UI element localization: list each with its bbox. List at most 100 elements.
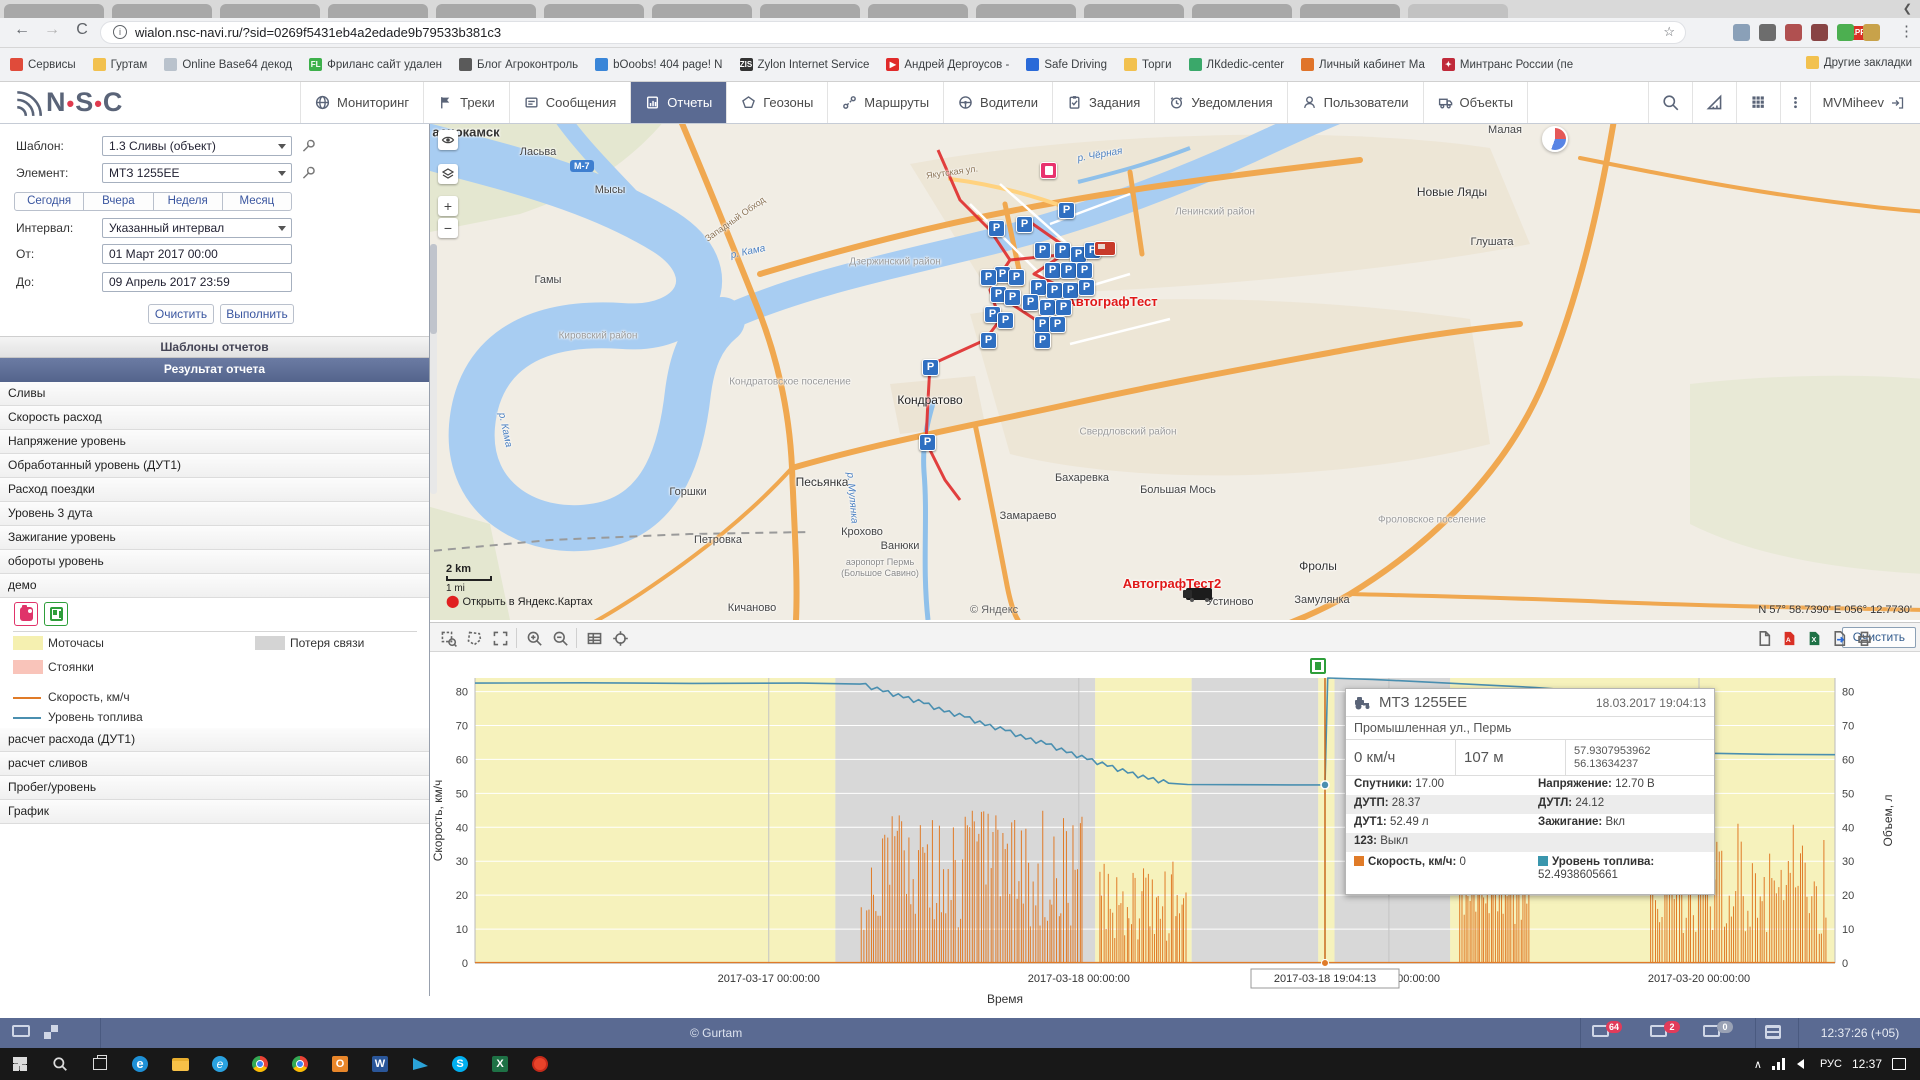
clear-button[interactable]: Очистить [148, 304, 214, 324]
browser-tab[interactable] [4, 4, 104, 18]
chart-tool-polyzoom[interactable] [462, 626, 486, 650]
browser-tab[interactable] [112, 4, 212, 18]
parking-marker[interactable]: P [1016, 216, 1033, 233]
chart-tool-areazoom[interactable] [436, 626, 460, 650]
tab-user[interactable]: Пользователи [1287, 82, 1423, 123]
taskbar-app-word[interactable]: W [360, 1048, 400, 1080]
parking-marker[interactable]: P [1008, 269, 1025, 286]
taskbar-app-excel[interactable]: X [480, 1048, 520, 1080]
parking-marker[interactable]: P [1062, 282, 1079, 299]
task-view-button[interactable] [80, 1048, 120, 1080]
browser-tab[interactable] [868, 4, 968, 18]
zoom-in-button[interactable]: + [438, 196, 458, 216]
parking-marker[interactable]: P [1004, 289, 1021, 306]
parking-marker[interactable]: P [1044, 262, 1061, 279]
fueling-event-icon[interactable] [1310, 658, 1326, 674]
chart-tool-zoomin[interactable] [522, 626, 546, 650]
unit-marker-avtograftest[interactable] [1094, 241, 1116, 256]
chart-tool-fit[interactable] [488, 626, 512, 650]
reload-icon[interactable]: C [70, 21, 94, 39]
ruler-icon[interactable] [1692, 82, 1736, 123]
bookmark-item[interactable]: Блог Агроконтроль [459, 58, 578, 71]
export-exportic[interactable] [1827, 626, 1851, 650]
gurtam-copyright[interactable]: © Gurtam [690, 1026, 742, 1040]
tab-task[interactable]: Задания [1052, 82, 1154, 123]
page-info-icon[interactable]: i [113, 25, 127, 39]
drain-event-marker[interactable] [1040, 162, 1057, 179]
browser-tab[interactable] [1084, 4, 1184, 18]
bookmark-item[interactable]: Торги [1124, 58, 1172, 71]
table-icon[interactable] [1765, 1025, 1781, 1039]
export-pdf[interactable]: A [1777, 626, 1801, 650]
bookmark-item[interactable]: Online Base64 декод [164, 58, 292, 71]
report-item[interactable]: Зажигание уровень [0, 526, 429, 550]
browser-tab[interactable] [1192, 4, 1292, 18]
browser-tab-strip[interactable]: ❮ [0, 0, 1920, 18]
report-item[interactable]: Скорость расход [0, 406, 429, 430]
volume-icon[interactable] [1796, 1058, 1810, 1070]
chart-tool-crosshair[interactable] [608, 626, 632, 650]
report-item[interactable]: Напряжение уровень [0, 430, 429, 454]
monitor-icon[interactable] [12, 1025, 30, 1037]
taskbar-app-skype[interactable]: S [440, 1048, 480, 1080]
report-item[interactable]: Обработанный уровень (ДУТ1) [0, 454, 429, 478]
element-wrench-icon[interactable] [300, 165, 316, 181]
more-dots-icon[interactable] [1780, 82, 1810, 123]
template-wrench-icon[interactable] [300, 138, 316, 154]
parking-marker[interactable]: P [1039, 299, 1056, 316]
taskbar-app-explorer[interactable] [160, 1048, 200, 1080]
other-bookmarks[interactable]: Другие закладки [1806, 56, 1912, 69]
bookmark-item[interactable]: ✦Минтранс России (пе [1442, 58, 1573, 71]
language-indicator[interactable]: РУС [1820, 1058, 1842, 1070]
logout-icon[interactable] [1890, 96, 1904, 110]
apps-grid-icon[interactable] [1736, 82, 1780, 123]
report-item[interactable]: демо [0, 574, 429, 598]
template-select[interactable]: 1.3 Сливы (объект) [102, 136, 292, 156]
taskbar-app-ie[interactable]: e [200, 1048, 240, 1080]
report-item[interactable]: расчет расхода (ДУТ1) [0, 728, 429, 752]
tab-route[interactable]: Маршруты [827, 82, 943, 123]
browser-tab[interactable] [328, 4, 428, 18]
search-icon[interactable] [1648, 82, 1692, 123]
quick-date-Месяц[interactable]: Месяц [222, 192, 292, 211]
back-icon[interactable]: ← [10, 21, 34, 39]
browser-tab[interactable] [220, 4, 320, 18]
parking-marker[interactable]: P [980, 332, 997, 349]
taskbar-app-chrome-2[interactable] [280, 1048, 320, 1080]
tab-driver[interactable]: Водители [943, 82, 1052, 123]
layers-icon[interactable] [438, 164, 458, 184]
taskbar-app-edge[interactable]: e [120, 1048, 160, 1080]
parking-marker[interactable]: P [922, 359, 939, 376]
execute-button[interactable]: Выполнить [220, 304, 294, 324]
report-item[interactable]: расчет сливов [0, 752, 429, 776]
bookmark-item[interactable]: ZISZylon Internet Service [740, 58, 870, 71]
parking-marker[interactable]: P [1058, 202, 1075, 219]
clock[interactable]: 12:37 [1852, 1057, 1882, 1071]
tab-flag[interactable]: Треки [423, 82, 509, 123]
browser-tab[interactable] [1300, 4, 1400, 18]
open-in-yandex-link[interactable]: Открыть в Яндекс.Картах [463, 596, 593, 608]
search-button[interactable] [40, 1048, 80, 1080]
tab-alarm[interactable]: Уведомления [1154, 82, 1286, 123]
url-bar[interactable]: i wialon.nsc-navi.ru/?sid=0269f5431eb4a2… [100, 21, 1686, 44]
bookmark-star-icon[interactable]: ☆ [1663, 24, 1675, 40]
unit-marker-avtograftest2[interactable] [1186, 588, 1212, 600]
export-doc[interactable] [1752, 626, 1776, 650]
quick-date-Сегодня[interactable]: Сегодня [14, 192, 84, 211]
report-item[interactable]: Пробег/уровень [0, 776, 429, 800]
fueling-marker-toggle[interactable] [44, 602, 68, 626]
extension-icon[interactable] [1785, 24, 1802, 41]
map-scrollbar[interactable] [430, 244, 437, 494]
parking-marker[interactable]: P [997, 312, 1014, 329]
report-item[interactable]: Сливы [0, 382, 429, 406]
bookmark-item[interactable]: Сервисы [10, 58, 76, 71]
quick-date-Вчера[interactable]: Вчера [83, 192, 153, 211]
chart-tool-tableic[interactable] [582, 626, 606, 650]
browser-tab[interactable] [436, 4, 536, 18]
bookmark-item[interactable]: FLФриланс сайт удален [309, 58, 442, 71]
start-button[interactable] [0, 1048, 40, 1080]
extension-icon[interactable] [1759, 24, 1776, 41]
bookmark-item[interactable]: ▶Андрей Дергоусов - [886, 58, 1009, 71]
extension-icon[interactable] [1811, 24, 1828, 41]
to-input[interactable]: 09 Апрель 2017 23:59 [102, 272, 292, 292]
